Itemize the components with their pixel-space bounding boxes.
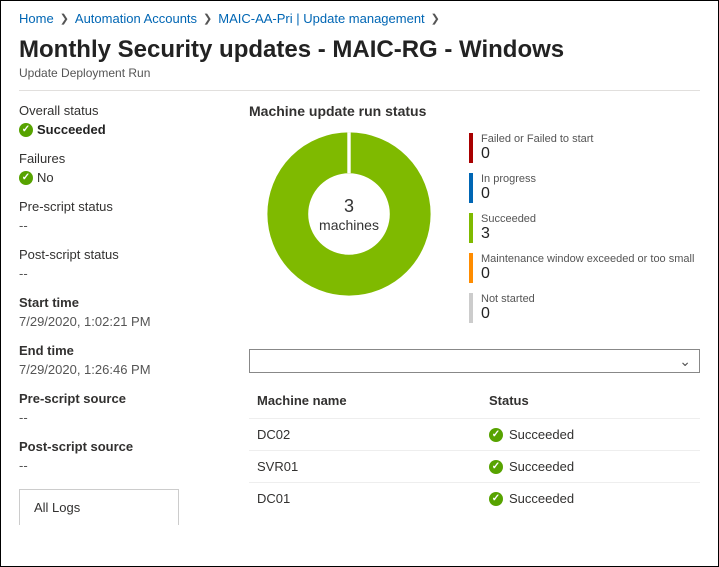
post-script-status-value: -- [19, 266, 229, 281]
check-icon [489, 460, 503, 474]
table-row[interactable]: DC01 Succeeded [249, 482, 700, 514]
overall-status-label: Overall status [19, 103, 229, 118]
legend-value: 0 [481, 145, 594, 163]
breadcrumb-item-automation-accounts[interactable]: Automation Accounts [75, 11, 197, 26]
filter-dropdown[interactable]: ⌄ [249, 349, 700, 373]
check-icon [489, 428, 503, 442]
breadcrumb: Home ❯ Automation Accounts ❯ MAIC-AA-Pri… [19, 11, 700, 26]
legend-color-swatch [469, 133, 473, 163]
legend-item-inprogress: In progress 0 [469, 173, 700, 203]
legend-color-swatch [469, 253, 473, 283]
legend-label: Not started [481, 293, 535, 305]
table-row[interactable]: DC02 Succeeded [249, 418, 700, 450]
breadcrumb-item-update-management[interactable]: MAIC-AA-Pri | Update management [218, 11, 424, 26]
legend-label: Succeeded [481, 213, 536, 225]
post-script-source-label: Post-script source [19, 439, 229, 454]
end-time-value: 7/29/2020, 1:26:46 PM [19, 362, 229, 377]
failures-value: No [37, 170, 54, 185]
table-row[interactable]: SVR01 Succeeded [249, 450, 700, 482]
divider [19, 90, 700, 91]
cell-status: Succeeded [509, 459, 574, 474]
legend-value: 3 [481, 225, 536, 243]
page-title: Monthly Security updates - MAIC-RG - Win… [19, 36, 700, 64]
chevron-right-icon: ❯ [60, 12, 69, 25]
machine-run-status-title: Machine update run status [249, 103, 700, 119]
end-time-label: End time [19, 343, 229, 358]
post-script-status-label: Post-script status [19, 247, 229, 262]
cell-status: Succeeded [509, 427, 574, 442]
pre-script-status-value: -- [19, 218, 229, 233]
chevron-right-icon: ❯ [203, 12, 212, 25]
breadcrumb-item-home[interactable]: Home [19, 11, 54, 26]
failures-label: Failures [19, 151, 229, 166]
cell-status: Succeeded [509, 491, 574, 506]
donut-unit: machines [319, 217, 379, 233]
check-icon [19, 171, 33, 185]
post-script-source-value: -- [19, 458, 229, 473]
all-logs-button[interactable]: All Logs [19, 489, 179, 525]
legend-value: 0 [481, 265, 694, 283]
col-header-status[interactable]: Status [489, 393, 700, 408]
check-icon [19, 123, 33, 137]
pre-script-status-label: Pre-script status [19, 199, 229, 214]
start-time-label: Start time [19, 295, 229, 310]
machines-table: Machine name Status DC02 Succeeded SVR01… [249, 387, 700, 514]
cell-machine-name: SVR01 [257, 459, 489, 474]
check-icon [489, 492, 503, 506]
legend-label: In progress [481, 173, 536, 185]
col-header-machine-name[interactable]: Machine name [257, 393, 489, 408]
legend-label: Maintenance window exceeded or too small [481, 253, 694, 265]
pre-script-source-label: Pre-script source [19, 391, 229, 406]
cell-machine-name: DC02 [257, 427, 489, 442]
legend-color-swatch [469, 173, 473, 203]
chevron-down-icon: ⌄ [679, 353, 691, 370]
donut-count: 3 [344, 196, 354, 217]
pre-script-source-value: -- [19, 410, 229, 425]
legend-item-succeeded: Succeeded 3 [469, 213, 700, 243]
legend-item-failed: Failed or Failed to start 0 [469, 133, 700, 163]
cell-machine-name: DC01 [257, 491, 489, 506]
page-subtitle: Update Deployment Run [19, 66, 700, 80]
legend-item-maintenance: Maintenance window exceeded or too small… [469, 253, 700, 283]
overall-status-value: Succeeded [37, 122, 106, 137]
legend-value: 0 [481, 185, 536, 203]
status-legend: Failed or Failed to start 0 In progress … [469, 129, 700, 323]
legend-value: 0 [481, 305, 535, 323]
chevron-right-icon: ❯ [431, 12, 440, 25]
legend-color-swatch [469, 293, 473, 323]
status-donut-chart: 3 machines [264, 129, 434, 299]
start-time-value: 7/29/2020, 1:02:21 PM [19, 314, 229, 329]
legend-label: Failed or Failed to start [481, 133, 594, 145]
summary-panel: Overall status Succeeded Failures No Pre… [19, 103, 229, 525]
legend-item-notstarted: Not started 0 [469, 293, 700, 323]
legend-color-swatch [469, 213, 473, 243]
